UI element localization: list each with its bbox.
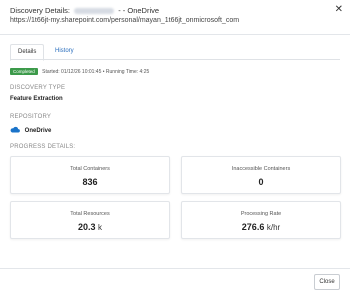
card-number: 836 — [82, 177, 98, 187]
card-inaccessible-containers: Inaccessible Containers 0 — [181, 156, 341, 194]
card-unit: k/hr — [266, 223, 281, 232]
repository-row: OneDrive — [10, 126, 51, 135]
close-icon[interactable]: ✕ — [335, 5, 343, 15]
dialog-title-prefix: Discovery Details: — [10, 6, 71, 15]
redacted-name — [74, 8, 115, 15]
card-total-containers: Total Containers 836 — [10, 156, 170, 194]
card-number: 276.6 — [241, 222, 265, 232]
card-total-resources: Total Resources 20.3 k — [10, 201, 170, 239]
card-label: Total Containers — [70, 166, 110, 172]
card-processing-rate: Processing Rate 276.6 k/hr — [181, 201, 341, 239]
status-text: Started: 01/12/26 10:01:45 • Running Tim… — [42, 68, 150, 75]
tab-underline — [10, 59, 340, 60]
footer-divider — [0, 268, 350, 269]
repository-label: REPOSITORY — [10, 114, 52, 120]
card-value: 836 — [11, 177, 169, 187]
card-label: Processing Rate — [240, 211, 282, 217]
dialog-header: Discovery Details: - - OneDrive https://… — [0, 0, 350, 34]
card-unit: k — [98, 223, 103, 232]
card-value: 20.3 k — [11, 222, 169, 232]
dialog-title: Discovery Details: - - OneDrive — [10, 6, 159, 15]
card-label: Total Resources — [70, 211, 110, 217]
discovery-type-label: DISCOVERY TYPE — [10, 85, 66, 91]
card-number: 0 — [258, 177, 264, 187]
dialog-title-suffix: - - OneDrive — [118, 6, 160, 15]
discovery-type-value: Feature Extraction — [10, 96, 63, 102]
repository-value: OneDrive — [24, 128, 52, 135]
tab-history[interactable]: History — [48, 44, 81, 59]
discovery-details-dialog: Discovery Details: - - OneDrive https://… — [0, 0, 350, 294]
dialog-subtitle-url: https://1t66jt-my.sharepoint.com/persona… — [10, 17, 240, 24]
card-value: 276.6 k/hr — [182, 222, 340, 232]
onedrive-cloud-icon — [10, 126, 20, 135]
progress-details-label: PROGRESS DETAILS: — [10, 144, 76, 150]
header-divider — [0, 34, 350, 35]
tab-bar: Details History — [10, 44, 340, 61]
card-label: Inaccessible Containers — [231, 166, 291, 172]
status-badge: Completed — [10, 68, 38, 75]
card-value: 0 — [182, 177, 340, 187]
status-row: Completed Started: 01/12/26 10:01:45 • R… — [10, 68, 149, 75]
card-number: 20.3 — [77, 222, 96, 232]
close-button[interactable]: Close — [314, 274, 340, 290]
